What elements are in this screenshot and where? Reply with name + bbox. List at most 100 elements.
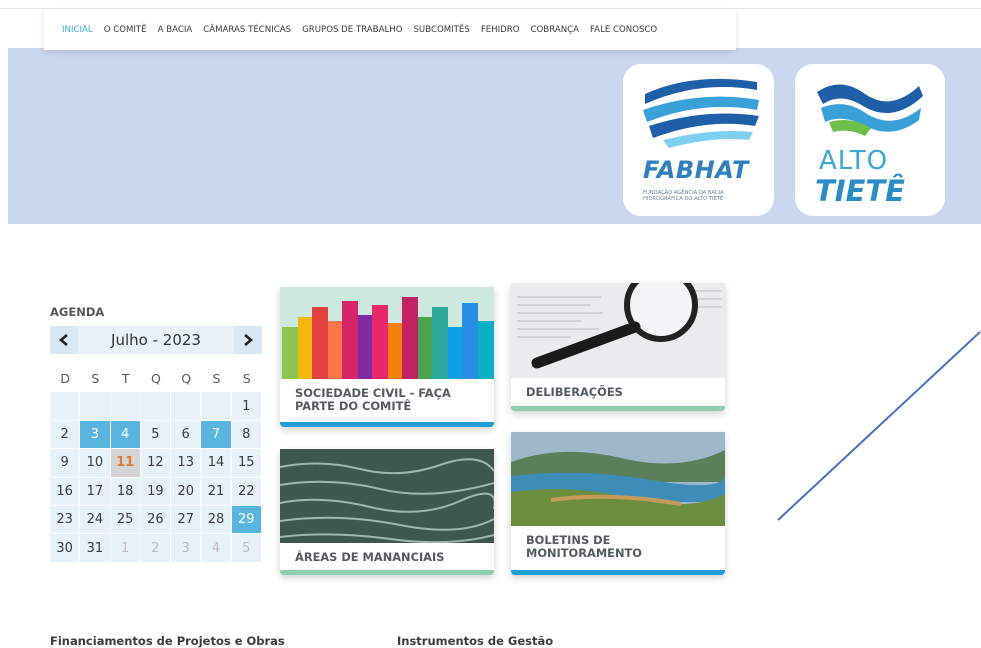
- fabhat-wordmark: FABHAT: [643, 156, 749, 184]
- nav-item-subcomites[interactable]: SUBCOMITÊS: [413, 25, 469, 35]
- calendar-day[interactable]: 3: [171, 534, 202, 563]
- top-divider: [0, 8, 981, 9]
- card-areas-label: ÁREAS DE MANANCIAIS: [295, 550, 445, 564]
- calendar-day[interactable]: 15: [231, 449, 262, 478]
- card-areas-bar: [280, 570, 494, 575]
- calendar-week-row: 2345678: [50, 420, 262, 450]
- calendar-day[interactable]: 12: [140, 449, 172, 478]
- calendar-day[interactable]: 19: [140, 477, 172, 506]
- main-nav: INICIAL O COMITÊ A BACIA CÂMARAS TÉCNICA…: [44, 10, 736, 50]
- fabhat-logo[interactable]: FABHAT FUNDAÇÃO AGÊNCIA DA BACIA HIDROGR…: [623, 64, 774, 216]
- chevron-right-icon: [244, 334, 254, 346]
- calendar-day[interactable]: 26: [140, 505, 172, 535]
- card-sociedade-label: SOCIEDADE CIVIL - FAÇA PARTE DO COMITÊ: [295, 387, 451, 412]
- calendar-month: Julho - 2023: [111, 331, 201, 349]
- reservoir-landscape-image: [511, 432, 725, 526]
- nav-item-fale-conosco[interactable]: FALE CONOSCO: [590, 25, 657, 35]
- calendar-weekday: Q: [151, 370, 161, 386]
- calendar-day[interactable]: 5: [140, 420, 172, 450]
- calendar-day[interactable]: 9: [50, 449, 81, 478]
- calendar-day[interactable]: 25: [110, 505, 141, 535]
- calendar-day[interactable]: 10: [80, 449, 111, 478]
- calendar-day[interactable]: 2: [50, 420, 81, 450]
- card-sociedade-bar: [280, 422, 494, 427]
- card-boletins-line2: MONITORAMENTO: [526, 545, 642, 560]
- calendar-day[interactable]: 2: [140, 534, 172, 563]
- tiete-wordmark: TIETÊ: [815, 174, 905, 208]
- calendar-day[interactable]: 30: [50, 534, 81, 563]
- page: INICIAL O COMITÊ A BACIA CÂMARAS TÉCNICA…: [0, 0, 981, 648]
- calendar-day[interactable]: 7: [201, 420, 232, 450]
- agenda-title: AGENDA: [50, 305, 105, 319]
- card-sociedade-line1: SOCIEDADE CIVIL - FAÇA: [295, 386, 451, 400]
- calendar-day[interactable]: 21: [201, 477, 232, 506]
- calendar-day[interactable]: 14: [201, 449, 232, 478]
- instrumentos-title: Instrumentos de Gestão: [397, 634, 554, 648]
- calendar-weekday: S: [242, 370, 251, 386]
- calendar-day[interactable]: 29: [231, 505, 262, 535]
- calendar-day[interactable]: 11: [110, 449, 141, 478]
- calendar-empty-cell: [50, 392, 81, 421]
- calendar-day[interactable]: 20: [171, 477, 202, 506]
- calendar-day[interactable]: 8: [231, 420, 262, 450]
- calendar-day[interactable]: 31: [80, 534, 111, 563]
- calendar-empty-cell: [201, 392, 232, 421]
- card-boletins[interactable]: BOLETINS DE MONITORAMENTO: [511, 432, 725, 575]
- card-sociedade-line2: PARTE DO COMITÊ: [295, 398, 412, 413]
- calendar-week-row: 30 31 1 2 3 4 5: [50, 534, 262, 563]
- calendar-day[interactable]: 22: [231, 477, 262, 506]
- calendar-weekday: S: [212, 370, 221, 386]
- calendar-day[interactable]: 24: [80, 505, 111, 535]
- calendar-week-row: 1: [50, 392, 262, 421]
- calendar-week-row: 23 24 25 26 27 28 29: [50, 505, 262, 535]
- calendar-day[interactable]: 18: [110, 477, 141, 506]
- fabhat-waves-icon: [643, 78, 759, 148]
- calendar-next-button[interactable]: [234, 326, 262, 354]
- calendar-weekday: Q: [181, 370, 192, 386]
- card-deliberacoes-label: DELIBERAÇÕES: [526, 385, 623, 399]
- calendar-day[interactable]: 17: [80, 477, 111, 506]
- alto-tiete-waves-icon: [817, 84, 923, 136]
- calendar-day[interactable]: 4: [201, 534, 232, 563]
- card-boletins-bar: [511, 570, 725, 575]
- calendar-day[interactable]: 1: [231, 392, 262, 421]
- calendar-empty-cell: [110, 392, 141, 421]
- calendar-day[interactable]: 28: [201, 505, 232, 535]
- nav-item-o-comite[interactable]: O COMITÊ: [104, 25, 147, 35]
- card-sociedade-civil[interactable]: SOCIEDADE CIVIL - FAÇA PARTE DO COMITÊ: [280, 287, 494, 427]
- calendar-header: Julho - 2023: [50, 326, 262, 354]
- calendar-weekday: T: [121, 370, 130, 386]
- alto-tiete-logo[interactable]: ALTO TIETÊ: [795, 64, 945, 216]
- card-areas-mananciais[interactable]: ÁREAS DE MANANCIAIS: [280, 449, 494, 575]
- calendar-day[interactable]: 16: [50, 477, 81, 506]
- nav-item-grupos-de-trabalho[interactable]: GRUPOS DE TRABALHO: [302, 25, 402, 35]
- calendar-grid: D S T Q Q S S 1 2 3 4 5 6 7 8 9 10 11 12 13 14 15 16 17 18 19 20 21…: [50, 364, 262, 563]
- nav-item-fehidro[interactable]: FEHIDRO: [481, 25, 520, 35]
- calendar-day[interactable]: 5: [231, 534, 262, 563]
- card-deliberacoes-bar: [511, 406, 725, 411]
- fabhat-subtitle: FUNDAÇÃO AGÊNCIA DA BACIA HIDROGRÁFICA D…: [643, 190, 724, 202]
- calendar-day[interactable]: 27: [171, 505, 202, 535]
- calendar-empty-cell: [140, 392, 172, 421]
- nav-item-camaras-tecnicas[interactable]: CÂMARAS TÉCNICAS: [203, 25, 291, 35]
- calendar-day[interactable]: 23: [50, 505, 81, 535]
- calendar-day[interactable]: 1: [110, 534, 141, 563]
- nav-item-inicial[interactable]: INICIAL: [62, 25, 93, 35]
- card-deliberacoes[interactable]: DELIBERAÇÕES: [511, 283, 725, 411]
- hands-image: [280, 287, 494, 379]
- alto-wordmark: ALTO: [819, 146, 889, 176]
- calendar-day[interactable]: 4: [110, 420, 141, 450]
- nav-item-cobranca[interactable]: COBRANÇA: [531, 25, 579, 35]
- calendar-weekday-row: DSTQQSS: [50, 364, 262, 392]
- nav-item-a-bacia[interactable]: A BACIA: [158, 25, 193, 35]
- magnifier-document-image: [511, 283, 725, 378]
- financiamentos-title: Financiamentos de Projetos e Obras: [50, 634, 285, 648]
- calendar-week-row: 16 17 18 19 20 21 22: [50, 477, 262, 506]
- calendar-empty-cell: [171, 392, 202, 421]
- calendar-day[interactable]: 3: [80, 420, 111, 450]
- calendar-day[interactable]: 6: [171, 420, 202, 450]
- annotation-line: [777, 331, 981, 521]
- calendar-empty-cell: [80, 392, 111, 421]
- calendar-day[interactable]: 13: [171, 449, 202, 478]
- calendar-weekday: S: [91, 370, 100, 386]
